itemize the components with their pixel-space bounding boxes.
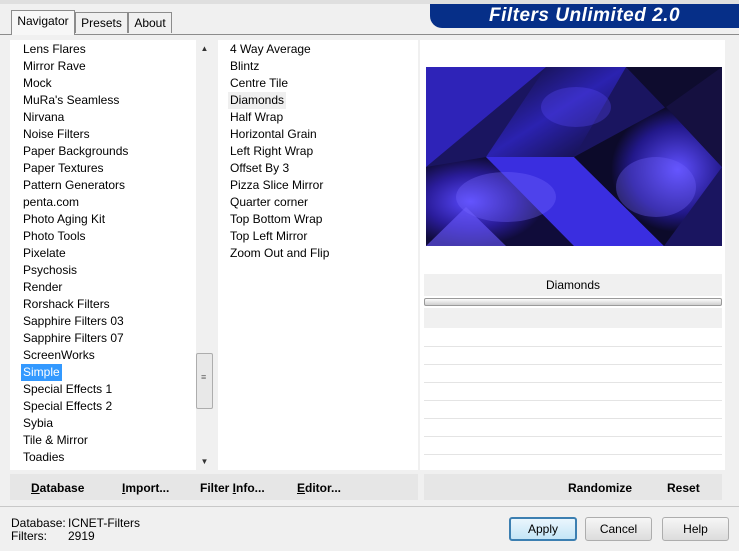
app-title-banner: Filters Unlimited 2.0	[430, 4, 739, 28]
category-list-item[interactable]: MuRa's Seamless	[21, 92, 121, 109]
parameter-row-divider	[424, 418, 722, 419]
category-list-item[interactable]: Noise Filters	[21, 126, 92, 143]
effect-list-item[interactable]: Top Left Mirror	[228, 228, 309, 245]
category-list[interactable]: Lens Flares Mirror Rave Mock MuRa's Seamles…	[10, 40, 196, 470]
scroll-down-arrow-icon[interactable]: ▼	[196, 453, 213, 470]
effect-list-item[interactable]: Top Bottom Wrap	[228, 211, 324, 228]
footer-separator	[0, 506, 739, 507]
right-edge	[730, 35, 739, 505]
category-list-item[interactable]: Pixelate	[21, 245, 68, 262]
category-list-item[interactable]: Mirror Rave	[21, 58, 88, 75]
category-list-item[interactable]: Toadies	[21, 449, 66, 466]
effect-list-item[interactable]: 4 Way Average	[228, 41, 313, 58]
apply-button[interactable]: Apply	[509, 517, 577, 541]
parameter-row-divider	[424, 454, 722, 455]
category-list-item[interactable]: ScreenWorks	[21, 347, 97, 364]
randomize-button[interactable]: Randomize	[568, 474, 632, 500]
filters-count-value: 2919	[68, 529, 95, 543]
category-list-item[interactable]: Sapphire Filters 07	[21, 330, 126, 347]
effect-list-item[interactable]: Offset By 3	[228, 160, 291, 177]
category-list-item[interactable]: Photo Tools	[21, 228, 88, 245]
category-list-item[interactable]: Special Effects 1	[21, 381, 114, 398]
database-status-value: ICNET-Filters	[68, 516, 140, 530]
parameter-slider[interactable]	[424, 298, 722, 306]
tab-about[interactable]: About	[128, 12, 172, 33]
effect-list-item[interactable]: Pizza Slice Mirror	[228, 177, 325, 194]
parameter-row-divider	[424, 436, 722, 437]
tab-strip-border	[0, 34, 739, 35]
tab-presets[interactable]: Presets	[75, 12, 128, 33]
effect-list-item[interactable]: Quarter corner	[228, 194, 310, 211]
database-label: atabase	[39, 481, 85, 495]
category-list-item[interactable]: Render	[21, 279, 64, 296]
editor-button[interactable]: Editor...	[297, 474, 341, 500]
cancel-button[interactable]: Cancel	[585, 517, 652, 541]
database-accel: D	[31, 481, 40, 495]
import-button[interactable]: Import...	[122, 474, 169, 500]
scroll-thumb[interactable]: ≡	[196, 353, 213, 409]
effect-list-item[interactable]: Half Wrap	[228, 109, 285, 126]
reset-button[interactable]: Reset	[667, 474, 700, 500]
effect-list[interactable]: 4 Way Average Blintz Centre Tile Diamonds Ha…	[218, 40, 418, 470]
editor-accel: E	[297, 481, 306, 495]
category-list-item[interactable]: Sybia	[21, 415, 55, 432]
category-list-item[interactable]: Simple	[21, 364, 62, 381]
category-list-item[interactable]: Nirvana	[21, 109, 66, 126]
category-list-item[interactable]: Mock	[21, 75, 54, 92]
category-list-item[interactable]: Sapphire Filters 03	[21, 313, 126, 330]
filter-preview-image	[426, 67, 722, 246]
effect-list-item[interactable]: Diamonds	[228, 92, 287, 109]
category-list-item[interactable]: Special Effects 2	[21, 398, 114, 415]
effect-list-item[interactable]: Left Right Wrap	[228, 143, 315, 160]
filter-info-prefix: Filter	[200, 481, 233, 495]
category-list-item[interactable]: Photo Aging Kit	[21, 211, 107, 228]
parameter-row-divider	[424, 382, 722, 383]
category-list-item[interactable]: Lens Flares	[21, 41, 88, 58]
import-label: mport...	[125, 481, 170, 495]
parameter-row-divider	[424, 364, 722, 365]
editor-label: ditor...	[305, 481, 342, 495]
parameter-band	[424, 308, 722, 328]
preview-toolbar: Randomize Reset	[424, 474, 722, 500]
filter-info-label: nfo...	[236, 481, 265, 495]
category-list-item[interactable]: Psychosis	[21, 262, 79, 279]
category-list-item[interactable]: Tile & Mirror	[21, 432, 90, 449]
category-list-item[interactable]: Paper Textures	[21, 160, 106, 177]
category-scrollbar[interactable]: ▲ ≡ ▼	[196, 40, 213, 470]
parameter-row-divider	[424, 400, 722, 401]
filter-info-button[interactable]: Filter Info...	[200, 474, 265, 500]
grip-icon: ≡	[201, 372, 207, 382]
category-list-item[interactable]: Rorshack Filters	[21, 296, 112, 313]
filter-name-header: Diamonds	[424, 274, 722, 296]
filters-count-label: Filters:	[11, 529, 47, 543]
database-button[interactable]: Database	[31, 474, 84, 500]
help-button[interactable]: Help	[662, 517, 729, 541]
category-list-item[interactable]: penta.com	[21, 194, 81, 211]
category-list-item[interactable]: Pattern Generators	[21, 177, 127, 194]
navigator-toolbar: Database Import... Filter Info... Editor…	[10, 474, 418, 500]
scroll-up-arrow-icon[interactable]: ▲	[196, 40, 213, 57]
preview-image-svg	[426, 67, 722, 246]
category-list-item[interactable]: Paper Backgrounds	[21, 143, 130, 160]
effect-list-item[interactable]: Blintz	[228, 58, 261, 75]
effect-list-item[interactable]: Horizontal Grain	[228, 126, 319, 143]
database-status-label: Database:	[11, 516, 66, 530]
tab-navigator[interactable]: Navigator	[11, 10, 75, 35]
effect-list-item[interactable]: Zoom Out and Flip	[228, 245, 331, 262]
effect-list-item[interactable]: Centre Tile	[228, 75, 290, 92]
parameter-row-divider	[424, 346, 722, 347]
